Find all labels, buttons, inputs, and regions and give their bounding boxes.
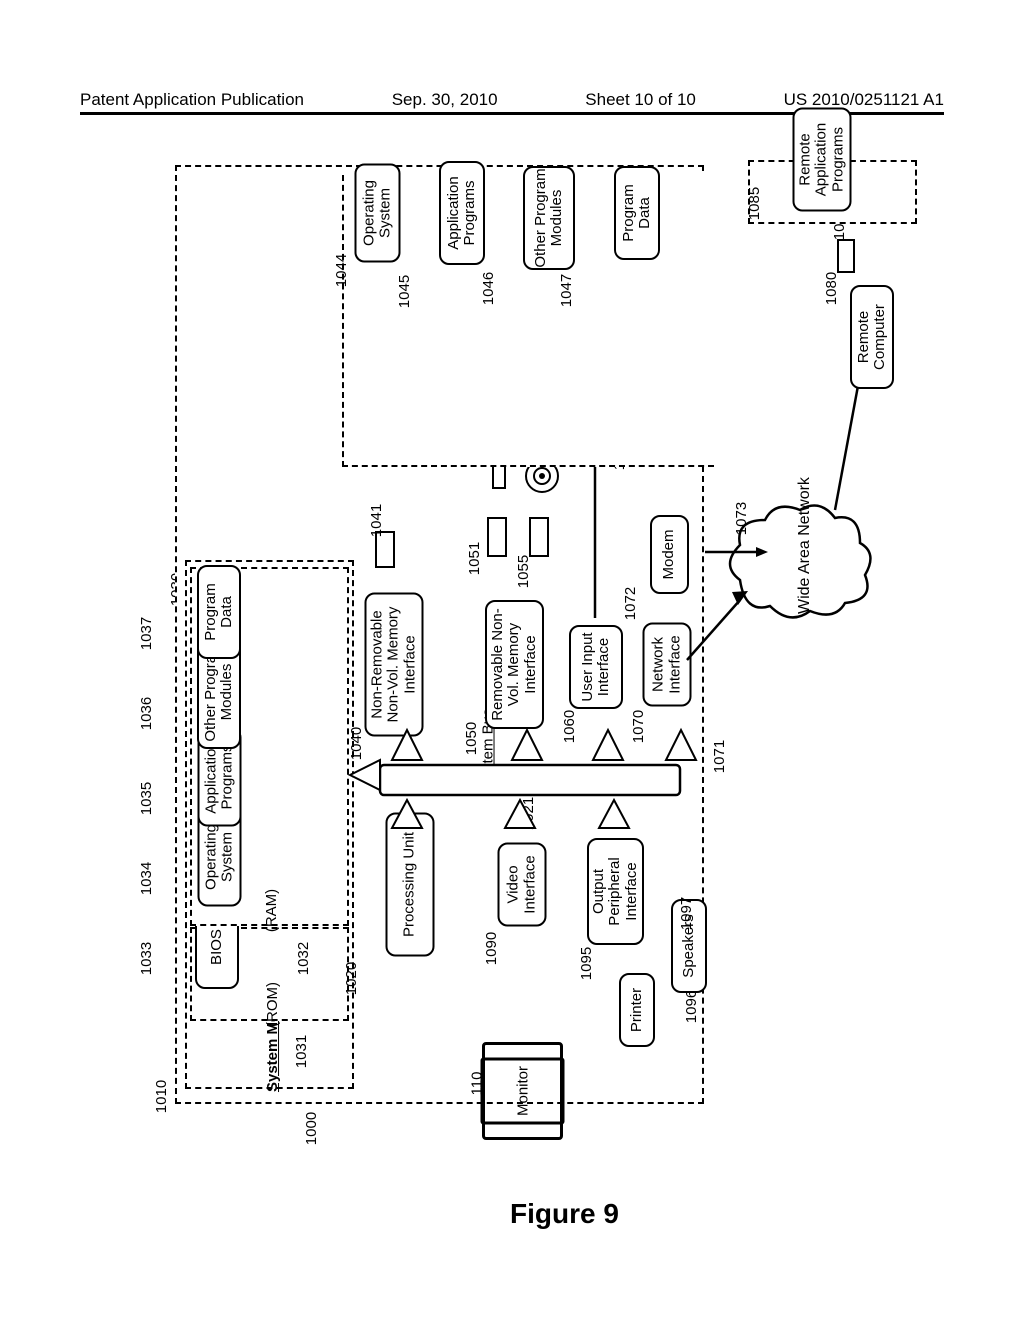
figure: 1033 1034 1035 1036 1037 1010 1030 1000 … <box>70 140 954 1230</box>
opm2-box: Other Program Modules <box>523 166 575 270</box>
ref-pd2: 1047 <box>558 274 575 307</box>
ref-remote: 1080 <box>823 272 840 305</box>
ref-remote-app: 1085 <box>746 187 763 220</box>
ref-wan: 1073 <box>733 502 750 535</box>
ref-fdd: 1051 <box>466 542 483 575</box>
header-left: Patent Application Publication <box>80 90 304 110</box>
remote-box: Remote Computer <box>850 285 894 389</box>
figure-label: Figure 9 <box>510 1198 619 1230</box>
header-sheet: Sheet 10 of 10 <box>585 90 696 110</box>
ref-odd: 1055 <box>515 555 532 588</box>
app2-box: Application Programs <box>439 161 485 265</box>
ref-hdd: 1041 <box>368 504 385 537</box>
os2-box: Operating System <box>355 164 401 263</box>
ref-opm2: 1046 <box>480 272 497 305</box>
page: Patent Application Publication Sep. 30, … <box>0 0 1024 1320</box>
pd2-box: Program Data <box>614 166 660 260</box>
header-date: Sep. 30, 2010 <box>392 90 498 110</box>
ref-os2: 1044 <box>333 254 350 287</box>
wan-label: Wide Area Network <box>796 544 814 614</box>
ref-app2: 1045 <box>396 275 413 308</box>
remote-app-box: Remote Application Programs <box>793 108 852 212</box>
